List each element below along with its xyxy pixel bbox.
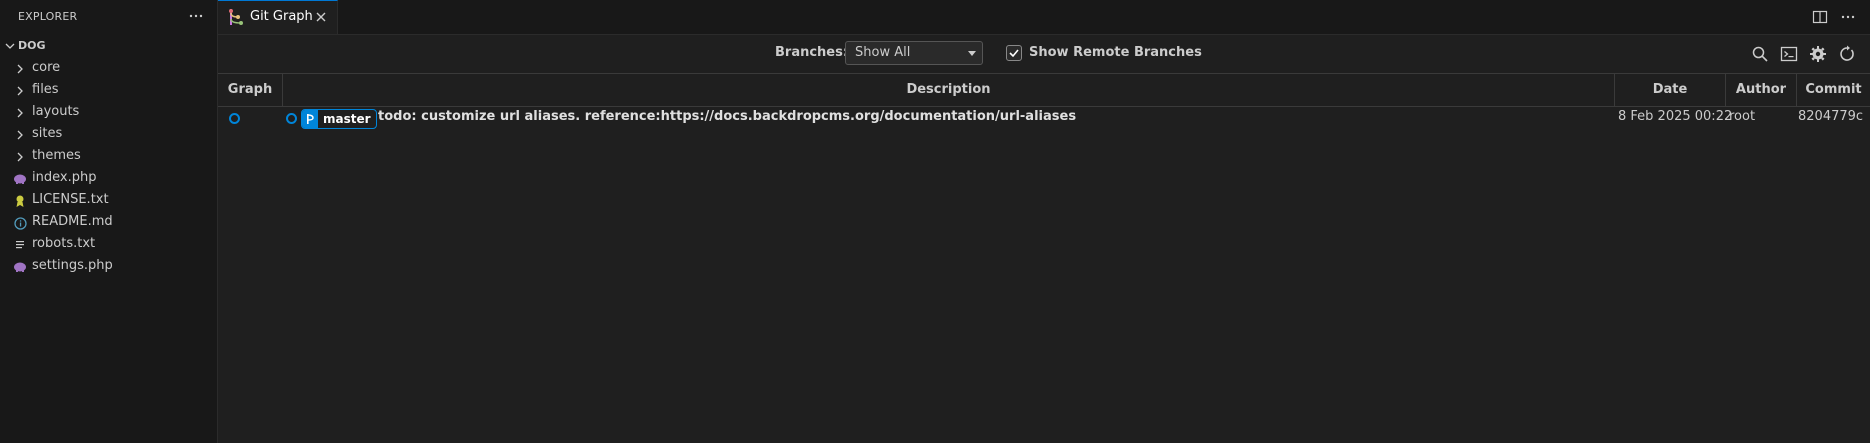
tree-folder-core[interactable]: core [0, 58, 217, 80]
commit-author: root [1729, 109, 1756, 124]
column-header-description[interactable]: Description [283, 74, 1614, 106]
commit-hash: 8204779c [1798, 109, 1864, 124]
branches-dropdown[interactable]: Show All [845, 41, 983, 65]
chevron-down-icon [4, 40, 16, 56]
text-lines-icon [13, 238, 27, 252]
terminal-icon[interactable] [1780, 45, 1798, 63]
branches-label: Branches: [775, 45, 849, 60]
commit-date: 8 Feb 2025 00:22 [1618, 109, 1733, 124]
show-remote-branches-checkbox[interactable] [1006, 45, 1022, 61]
git-graph-icon [228, 8, 244, 30]
root-folder-label: DOG [18, 39, 46, 52]
column-header-commit[interactable]: Commit [1797, 74, 1870, 106]
tree-file-settings-php[interactable]: settings.php [0, 256, 217, 278]
commit-node-icon [286, 113, 297, 124]
chevron-right-icon [13, 150, 27, 164]
explorer-sidebar: EXPLORER DOG core files layouts sites th… [0, 0, 218, 443]
git-graph-controls: Branches: Show All Show Remote Branches [218, 35, 1870, 74]
php-elephant-icon [13, 172, 27, 186]
tree-file-index-php[interactable]: index.php [0, 168, 217, 190]
column-header-author[interactable]: Author [1726, 74, 1796, 106]
info-icon [13, 216, 27, 230]
chevron-right-icon [13, 84, 27, 98]
tree-item-label: core [32, 60, 61, 75]
split-editor-icon[interactable] [1812, 9, 1828, 29]
tree-item-label: layouts [32, 104, 80, 119]
tree-folder-layouts[interactable]: layouts [0, 102, 217, 124]
table-row[interactable]: master todo: customize url aliases. refe… [218, 106, 1870, 130]
branch-badge[interactable]: master [301, 109, 377, 129]
dropdown-arrow-icon [968, 51, 976, 56]
tree-folder-themes[interactable]: themes [0, 146, 217, 168]
column-header-date[interactable]: Date [1615, 74, 1725, 106]
checkmark-icon [1009, 49, 1019, 58]
tree-file-readme[interactable]: README.md [0, 212, 217, 234]
tree-item-label: robots.txt [32, 236, 96, 251]
tree-file-license[interactable]: LICENSE.txt [0, 190, 217, 212]
gear-icon[interactable] [1809, 45, 1827, 63]
tree-item-label: settings.php [32, 258, 113, 273]
branches-selected-value: Show All [855, 45, 911, 60]
tree-folder-sites[interactable]: sites [0, 124, 217, 146]
php-elephant-icon [13, 260, 27, 274]
branch-name: master [323, 112, 371, 126]
tree-file-robots[interactable]: robots.txt [0, 234, 217, 256]
show-remote-branches-label: Show Remote Branches [1029, 45, 1202, 60]
tree-item-label: themes [32, 148, 81, 163]
tab-git-graph[interactable]: Git Graph [218, 0, 338, 34]
column-header-graph[interactable]: Graph [218, 74, 282, 106]
tree-item-label: README.md [32, 214, 113, 229]
close-icon[interactable] [315, 11, 327, 27]
refresh-icon[interactable] [1838, 45, 1856, 63]
graph-commit-node [229, 113, 240, 124]
tree-item-label: sites [32, 126, 63, 141]
tree-item-label: files [32, 82, 59, 97]
license-icon [13, 194, 27, 208]
tree-item-label: LICENSE.txt [32, 192, 109, 207]
explorer-title: EXPLORER [18, 10, 78, 23]
chevron-right-icon [13, 106, 27, 120]
chevron-right-icon [13, 128, 27, 142]
editor-tab-bar: Git Graph [218, 0, 1870, 35]
search-icon[interactable] [1751, 45, 1769, 63]
folder-root-dog[interactable]: DOG [0, 36, 217, 58]
branch-icon [302, 110, 318, 128]
table-header: Graph Description Date Author Commit [218, 74, 1870, 107]
tree-folder-files[interactable]: files [0, 80, 217, 102]
more-actions-icon[interactable] [1840, 9, 1856, 29]
commit-description: todo: customize url aliases. reference:h… [378, 109, 1077, 124]
tab-label: Git Graph [250, 9, 313, 24]
chevron-right-icon [13, 62, 27, 76]
more-actions-icon[interactable] [188, 8, 204, 24]
tree-item-label: index.php [32, 170, 97, 185]
